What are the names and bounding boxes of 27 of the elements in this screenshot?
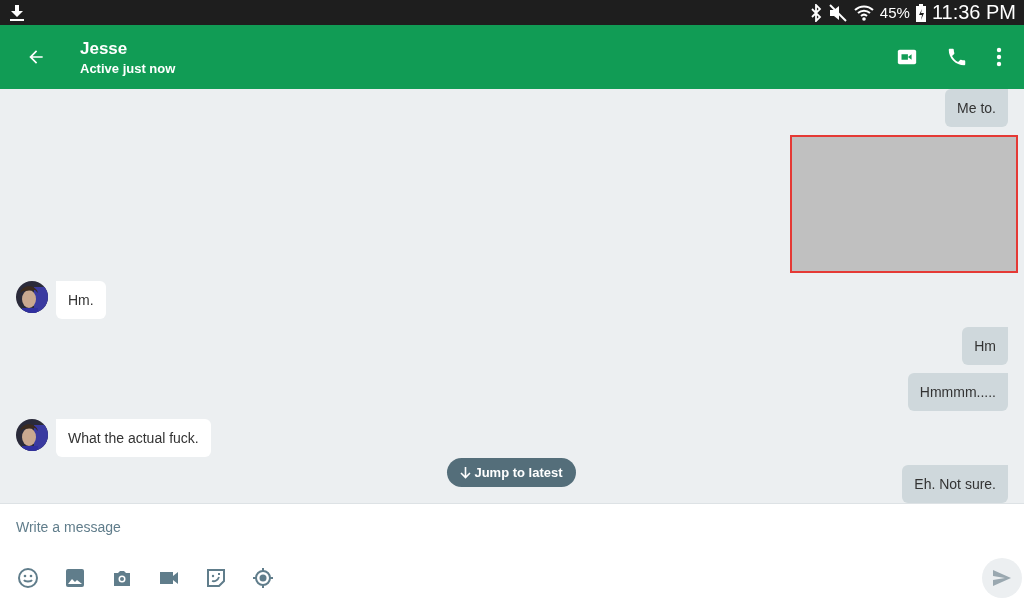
down-arrow-icon [460, 466, 472, 479]
emoji-icon[interactable] [16, 566, 40, 590]
avatar [16, 419, 48, 451]
clock: 11:36 PM [931, 1, 1016, 24]
location-icon[interactable] [251, 566, 275, 590]
phone-icon[interactable] [946, 46, 968, 68]
message-bubble: Eh. Not sure. [902, 465, 1008, 503]
message-bubble: What the actual fuck. [56, 419, 211, 457]
sticker-icon[interactable] [204, 566, 228, 590]
avatar [16, 281, 48, 313]
contact-name: Jesse [80, 38, 129, 59]
battery-icon [915, 3, 926, 22]
message-bubble: Me to. [945, 89, 1008, 127]
bluetooth-icon [809, 3, 822, 22]
image-icon[interactable] [63, 566, 87, 590]
wifi-icon [853, 3, 874, 22]
download-icon [10, 4, 24, 21]
send-icon [992, 569, 1012, 587]
message-bubble: Hmmmm..... [907, 373, 1008, 411]
message-bubble: Hm [962, 327, 1008, 365]
muted-speaker-icon [827, 3, 848, 22]
battery-percent: 45% [879, 4, 910, 21]
send-button[interactable] [982, 558, 1022, 598]
jump-to-latest-button[interactable]: Jump to latest [447, 458, 576, 487]
message-bubble: Hm. [56, 281, 106, 319]
more-options-icon[interactable] [996, 47, 1002, 67]
presence-status: Active just now [80, 60, 177, 76]
